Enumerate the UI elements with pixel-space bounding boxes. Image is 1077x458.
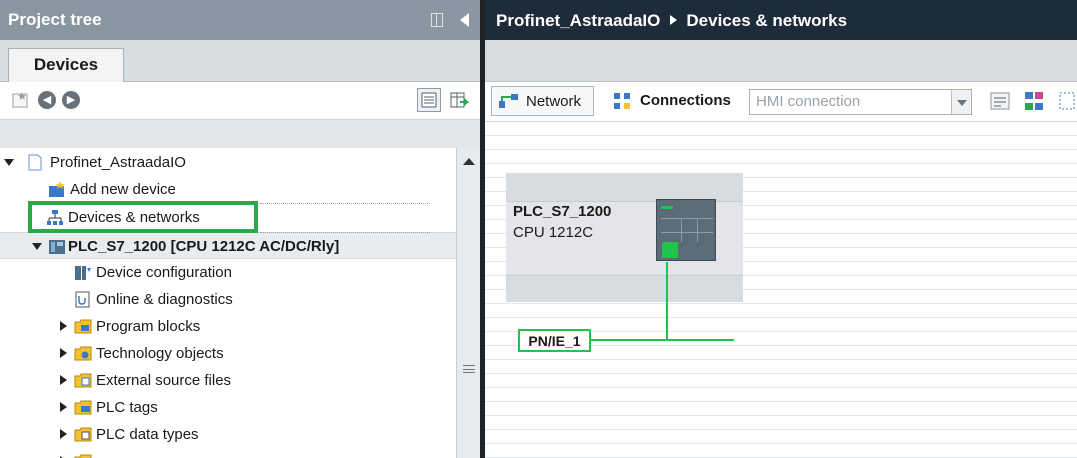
tree-item-label: Technology objects xyxy=(96,345,224,362)
collapsed-arrow-icon[interactable] xyxy=(60,375,67,385)
subnet-line[interactable] xyxy=(591,339,734,341)
expand-arrow-icon[interactable] xyxy=(4,159,14,166)
tree-item-online-diagnostics[interactable]: Online & diagnostics xyxy=(0,286,456,313)
tree-item-external-source-files[interactable]: External source files xyxy=(0,367,456,394)
tree-item-plc-data-types[interactable]: PLC data types xyxy=(0,421,456,448)
collapsed-arrow-icon[interactable] xyxy=(60,321,67,331)
add-device-icon xyxy=(49,181,65,197)
tree-item-project[interactable]: Profinet_AstraadaIO xyxy=(0,149,456,176)
tree-item-label: PLC_S7_1200 [CPU 1212C AC/DC/Rly] xyxy=(68,238,340,255)
tree-item-program-blocks[interactable]: Program blocks xyxy=(0,313,456,340)
network-canvas[interactable]: PLC_S7_1200 CPU 1212C PN/IE_1 xyxy=(485,122,1077,458)
focus-outline xyxy=(260,232,430,233)
expand-arrow-icon[interactable] xyxy=(32,243,42,250)
plc-icon xyxy=(49,240,65,254)
collapsed-arrow-icon[interactable] xyxy=(60,348,67,358)
tree-item-label: External source files xyxy=(96,372,232,389)
tree-item-label: Program blocks xyxy=(96,318,201,335)
device-config-icon xyxy=(75,266,91,280)
focus-outline xyxy=(260,203,430,204)
connection-type-value: HMI connection xyxy=(756,93,861,110)
subnet-label[interactable]: PN/IE_1 xyxy=(518,329,591,352)
zoom-fit-icon[interactable] xyxy=(1057,90,1077,112)
project-tree-title: Project tree xyxy=(8,10,102,29)
network-view-toolbar: Network Connections HMI connection xyxy=(485,82,1077,122)
tree-item-label: PLC data types xyxy=(96,426,199,443)
tree-item-partial[interactable] xyxy=(0,448,456,458)
tree-item-label: Profinet_AstraadaIO xyxy=(50,154,186,171)
back-arrow-icon[interactable]: ◀ xyxy=(38,91,56,109)
plc-device-type: CPU 1212C xyxy=(513,224,594,241)
tree-item-label: Add new device xyxy=(70,181,176,198)
scroll-grip-icon[interactable] xyxy=(463,365,475,373)
tree-item-technology-objects[interactable]: Technology objects xyxy=(0,340,456,367)
tree-item-label: Device configuration xyxy=(96,264,232,281)
tree-item-plc-tags[interactable]: PLC tags xyxy=(0,394,456,421)
tree-item-add-new-device[interactable]: Add new device xyxy=(0,176,456,203)
project-tree-panel: Project tree Devices ◀ ▶ Profinet_Astraa… xyxy=(0,0,480,458)
tree-scrollbar[interactable] xyxy=(456,148,480,458)
folder-icon xyxy=(74,319,92,334)
breadcrumb-current: Devices & networks xyxy=(686,11,848,30)
tree-item-label: PLC tags xyxy=(96,399,158,416)
table-export-icon[interactable] xyxy=(449,90,469,110)
devices-networks-editor: Profinet_AstraadaIO Devices & networks Ne… xyxy=(485,0,1077,458)
network-mode-button[interactable]: Network xyxy=(491,86,594,116)
forward-arrow-icon[interactable]: ▶ xyxy=(62,91,80,109)
breadcrumb: Profinet_AstraadaIO Devices & networks xyxy=(496,11,847,31)
connections-mode-label: Connections xyxy=(640,92,731,109)
highlight-annotation xyxy=(28,201,258,233)
project-tree-toolbar: ◀ ▶ xyxy=(0,82,480,120)
tabs-row: Devices xyxy=(0,40,480,83)
tree-item-label: Online & diagnostics xyxy=(96,291,233,308)
breadcrumb-project[interactable]: Profinet_AstraadaIO xyxy=(496,11,660,30)
collapsed-arrow-icon[interactable] xyxy=(60,402,67,412)
project-tree: Profinet_AstraadaIO Add new device Devic xyxy=(0,148,456,458)
overview-button[interactable] xyxy=(417,88,441,112)
dock-panel-icon[interactable] xyxy=(431,13,443,27)
folder-icon xyxy=(74,454,92,458)
scroll-up-arrow-icon[interactable] xyxy=(463,158,475,165)
connection-type-select[interactable]: HMI connection xyxy=(749,89,972,115)
diagnostics-icon xyxy=(75,291,90,308)
profinet-port[interactable] xyxy=(662,242,678,258)
project-tree-header: Project tree xyxy=(0,0,480,40)
folder-icon xyxy=(74,346,92,361)
show-names-icon[interactable] xyxy=(989,90,1011,112)
editor-header: Profinet_AstraadaIO Devices & networks xyxy=(485,0,1077,40)
new-group-icon[interactable] xyxy=(12,91,30,109)
editor-tab-strip xyxy=(485,40,1077,82)
tab-devices[interactable]: Devices xyxy=(8,48,124,83)
project-icon xyxy=(28,154,42,171)
network-overview-icon[interactable] xyxy=(1023,90,1045,112)
plc-device-box[interactable]: PLC_S7_1200 CPU 1212C xyxy=(506,173,743,302)
plc-device-name: PLC_S7_1200 xyxy=(513,203,612,220)
tree-spacer xyxy=(0,120,480,148)
breadcrumb-separator-icon xyxy=(670,15,678,25)
folder-icon xyxy=(74,427,92,442)
list-view-icon xyxy=(421,92,437,108)
tree-item-device-configuration[interactable]: Device configuration xyxy=(0,259,456,286)
folder-icon xyxy=(74,373,92,388)
chevron-down-icon[interactable] xyxy=(951,90,971,114)
connections-icon xyxy=(614,93,630,109)
folder-icon xyxy=(74,400,92,415)
network-mode-icon xyxy=(499,94,518,108)
connections-mode-button[interactable]: Connections xyxy=(606,86,740,116)
tree-item-plc[interactable]: PLC_S7_1200 [CPU 1212C AC/DC/Rly] xyxy=(0,232,456,259)
device-connection-line[interactable] xyxy=(666,262,668,340)
network-mode-label: Network xyxy=(526,93,582,110)
collapsed-arrow-icon[interactable] xyxy=(60,429,67,439)
collapse-panel-icon[interactable] xyxy=(460,13,469,27)
